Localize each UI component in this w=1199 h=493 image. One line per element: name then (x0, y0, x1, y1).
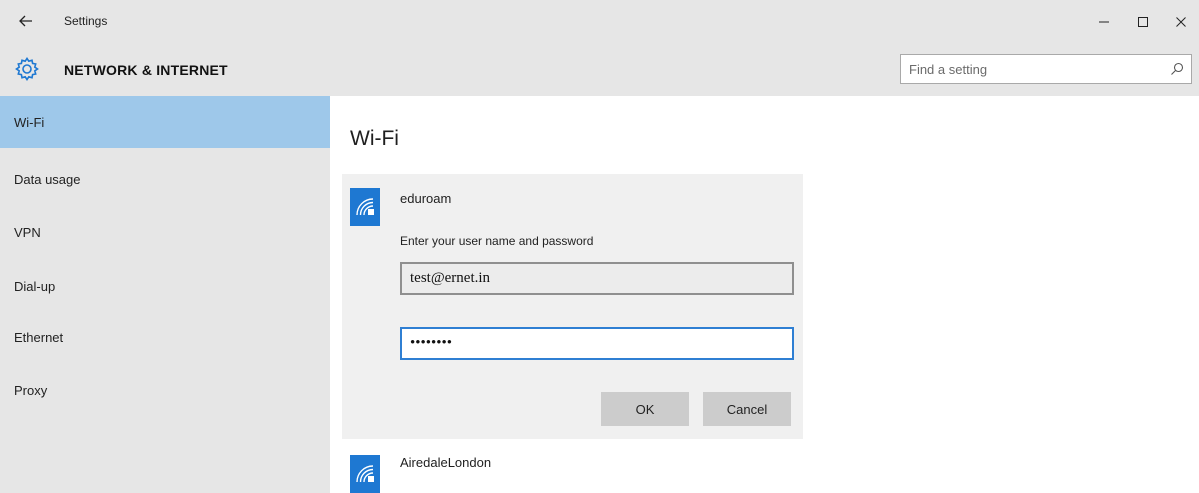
wifi-secure-icon (356, 465, 374, 483)
username-field[interactable] (400, 262, 794, 295)
password-field[interactable] (400, 327, 794, 360)
sidebar-item-dial-up[interactable]: Dial-up (0, 260, 330, 312)
network-name: eduroam (400, 191, 452, 206)
sidebar-item-wifi[interactable]: Wi-Fi (0, 96, 330, 148)
sidebar-item-ethernet[interactable]: Ethernet (0, 311, 330, 363)
minimize-icon (1099, 21, 1109, 23)
page-title: Wi-Fi (350, 127, 399, 150)
sidebar-item-data-usage[interactable]: Data usage (0, 153, 330, 205)
maximize-icon (1138, 17, 1148, 27)
search-box[interactable] (900, 54, 1192, 84)
sidebar-item-label: Wi-Fi (14, 114, 45, 130)
app-title: Settings (64, 14, 108, 28)
wifi-tile (350, 455, 380, 493)
close-icon (1176, 17, 1186, 27)
sidebar-item-label: Proxy (14, 382, 48, 398)
wifi-tile (350, 188, 380, 226)
section-title: NETWORK & INTERNET (64, 62, 228, 78)
wifi-secure-icon (356, 198, 374, 216)
search-icon[interactable] (1169, 61, 1185, 77)
title-bar: Settings (0, 0, 1199, 42)
network-item-airedalelondon[interactable]: AiredaleLondon (342, 447, 803, 493)
sidebar-item-vpn[interactable]: VPN (0, 206, 330, 258)
back-button[interactable] (14, 10, 38, 32)
sidebar-item-proxy[interactable]: Proxy (0, 364, 330, 416)
sidebar-item-label: Ethernet (14, 329, 64, 345)
minimize-button[interactable] (1089, 8, 1119, 36)
section-header: NETWORK & INTERNET (0, 42, 1199, 96)
gear-icon (15, 57, 39, 81)
credentials-prompt: Enter your user name and password (400, 234, 594, 248)
sidebar-item-label: Dial-up (14, 278, 56, 294)
ok-button[interactable]: OK (601, 392, 689, 426)
network-name: AiredaleLondon (400, 455, 492, 470)
cancel-button[interactable]: Cancel (703, 392, 791, 426)
sidebar-item-label: Data usage (14, 171, 81, 187)
network-item-eduroam[interactable]: eduroam Enter your user name and passwor… (342, 174, 803, 439)
maximize-button[interactable] (1128, 8, 1158, 36)
sidebar: Wi-Fi Data usage VPN Dial-up Ethernet Pr… (0, 96, 330, 493)
back-arrow-icon (19, 15, 32, 27)
sidebar-item-label: VPN (14, 224, 41, 240)
search-input[interactable] (901, 55, 1161, 83)
close-button[interactable] (1166, 8, 1196, 36)
main-content: Wi-Fi eduroam Enter your user name and p… (330, 96, 1199, 493)
